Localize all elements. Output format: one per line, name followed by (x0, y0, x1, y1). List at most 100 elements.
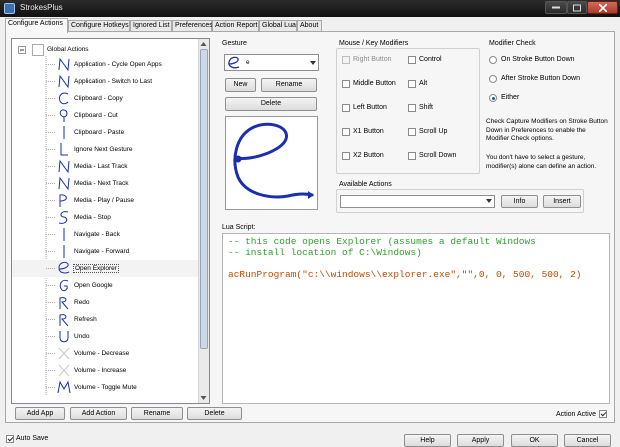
shift-checkbox[interactable] (408, 104, 416, 112)
on-stroke-down-radio[interactable] (489, 56, 497, 64)
tree-item-label: Clipboard - Paste (74, 129, 125, 136)
add-app-button[interactable]: Add App (15, 407, 65, 420)
ok-button[interactable]: OK (511, 434, 558, 447)
chevron-down-icon (310, 61, 316, 65)
action-active-checkbox[interactable] (599, 410, 607, 418)
middle-button-label: Middle Button (353, 80, 396, 87)
right-button-label: Right Button (353, 56, 392, 63)
new-gesture-button[interactable]: New (225, 78, 256, 92)
rename-gesture-button[interactable]: Rename (261, 78, 317, 92)
tree-item[interactable]: Ignore Next Gesture (12, 141, 198, 158)
tree-item[interactable]: Clipboard - Cut (12, 107, 198, 124)
action-active-label: Action Active (556, 411, 597, 418)
on-stroke-down-label: On Stroke Button Down (501, 56, 575, 63)
scroll-up-label: Scroll Up (419, 128, 448, 135)
available-actions-label: Available Actions (339, 181, 392, 188)
tree-connector (46, 268, 55, 269)
tree-connector (46, 115, 55, 116)
tree-item[interactable]: Navigate - Forward (12, 243, 198, 260)
lua-script-editor[interactable]: -- this code opens Explorer (assumes a d… (222, 233, 610, 404)
left-button-label: Left Button (353, 104, 387, 111)
maximize-button[interactable] (567, 1, 587, 14)
tree-item[interactable]: Refresh (12, 311, 198, 328)
tree-item[interactable]: Undo (12, 328, 198, 345)
tree-connector (46, 217, 55, 218)
tree-connector (46, 166, 55, 167)
scroll-up-checkbox[interactable] (408, 128, 416, 136)
tree-scrollbar[interactable] (198, 39, 209, 403)
tree-item[interactable]: Volume - Increase (12, 362, 198, 379)
gesture-c-icon (59, 92, 69, 105)
delete-gesture-button[interactable]: Delete (225, 97, 317, 111)
tree-item[interactable]: Clipboard - Copy (12, 90, 198, 107)
gesture-n-icon (58, 176, 70, 191)
tree-item[interactable]: Open Google (12, 277, 198, 294)
scroll-down-checkbox[interactable] (408, 152, 416, 160)
gesture-loop-icon (59, 109, 68, 122)
tree-item[interactable]: Volume - Toggle Mute (12, 379, 198, 396)
gesture-e-icon (228, 56, 240, 69)
tree-connector (46, 285, 55, 286)
either-radio[interactable] (489, 94, 497, 102)
after-stroke-down-radio[interactable] (489, 75, 497, 83)
tree-item[interactable]: Open Explorer (12, 260, 198, 277)
close-button[interactable] (587, 1, 618, 14)
tree-item-label: Clipboard - Copy (74, 95, 123, 102)
tree-connector (46, 132, 55, 133)
gesture-u-icon (59, 331, 69, 343)
modifier-check-label: Modifier Check (489, 40, 536, 47)
gesture-select-value: e (246, 59, 250, 66)
auto-save-checkbox[interactable] (6, 435, 14, 443)
delete-action-button[interactable]: Delete (187, 407, 242, 420)
gesture-s-icon (58, 211, 69, 224)
close-icon (598, 3, 607, 12)
action-tree[interactable]: Global Actions Application - Cycle Open … (11, 38, 210, 404)
left-button-checkbox[interactable] (342, 104, 350, 112)
tree-item[interactable]: Redo (12, 294, 198, 311)
control-checkbox[interactable] (408, 56, 416, 64)
x2-button-checkbox[interactable] (342, 152, 350, 160)
tree-item[interactable]: Media - Stop (12, 209, 198, 226)
insert-button[interactable]: Insert (543, 195, 581, 208)
code-line-run: acRunProgram("c:\\windows\\explorer.exe"… (228, 269, 581, 280)
scroll-up-icon[interactable] (199, 40, 208, 48)
tree-item[interactable]: Navigate - Back (12, 226, 198, 243)
tree-item[interactable]: Media - Last Track (12, 158, 198, 175)
cancel-button[interactable]: Cancel (564, 434, 611, 447)
available-actions-select[interactable] (340, 195, 495, 208)
tree-item-label: Media - Next Track (74, 180, 129, 187)
info-button[interactable]: Info (501, 195, 538, 208)
tree-item[interactable]: Media - Play / Pause (12, 192, 198, 209)
tree-item[interactable]: Application - Switch to Last (12, 73, 198, 90)
add-action-button[interactable]: Add Action (70, 407, 127, 420)
tree-item-label: Application - Cycle Open Apps (74, 61, 162, 68)
gesture-line-icon (63, 228, 65, 241)
tree-item[interactable]: Volume - Decrease (12, 345, 198, 362)
tree-item[interactable]: Clipboard - Paste (12, 124, 198, 141)
modifiers-label: Mouse / Key Modifiers (339, 40, 409, 47)
tree-connector (46, 251, 55, 252)
apply-button[interactable]: Apply (457, 434, 504, 447)
minimize-button[interactable] (545, 1, 567, 14)
help-button[interactable]: Help (404, 434, 451, 447)
scrollbar-thumb[interactable] (200, 49, 208, 349)
x1-button-label: X1 Button (353, 128, 384, 135)
tree-item-label: Media - Play / Pause (74, 197, 134, 204)
code-arguments: "c:\\windows\\explorer.exe","",0, 0, 500… (302, 269, 582, 280)
alt-checkbox[interactable] (408, 80, 416, 88)
tree-item[interactable]: Media - Next Track (12, 175, 198, 192)
tree-connector (46, 149, 55, 150)
rename-action-button[interactable]: Rename (131, 407, 183, 420)
gesture-line-icon (63, 126, 65, 139)
tree-connector (46, 302, 55, 303)
middle-button-checkbox[interactable] (342, 80, 350, 88)
gesture-select[interactable]: e (224, 54, 319, 71)
tree-connector (46, 81, 55, 82)
gesture-line-icon (63, 245, 65, 258)
x1-button-checkbox[interactable] (342, 128, 350, 136)
tab-configure-actions[interactable]: Configure Actions (5, 18, 68, 33)
scroll-down-icon[interactable] (199, 394, 208, 402)
gesture-m-icon (57, 380, 71, 394)
tree-item[interactable]: Application - Cycle Open Apps (12, 56, 198, 73)
title-bar: StrokesPlus (0, 0, 620, 17)
